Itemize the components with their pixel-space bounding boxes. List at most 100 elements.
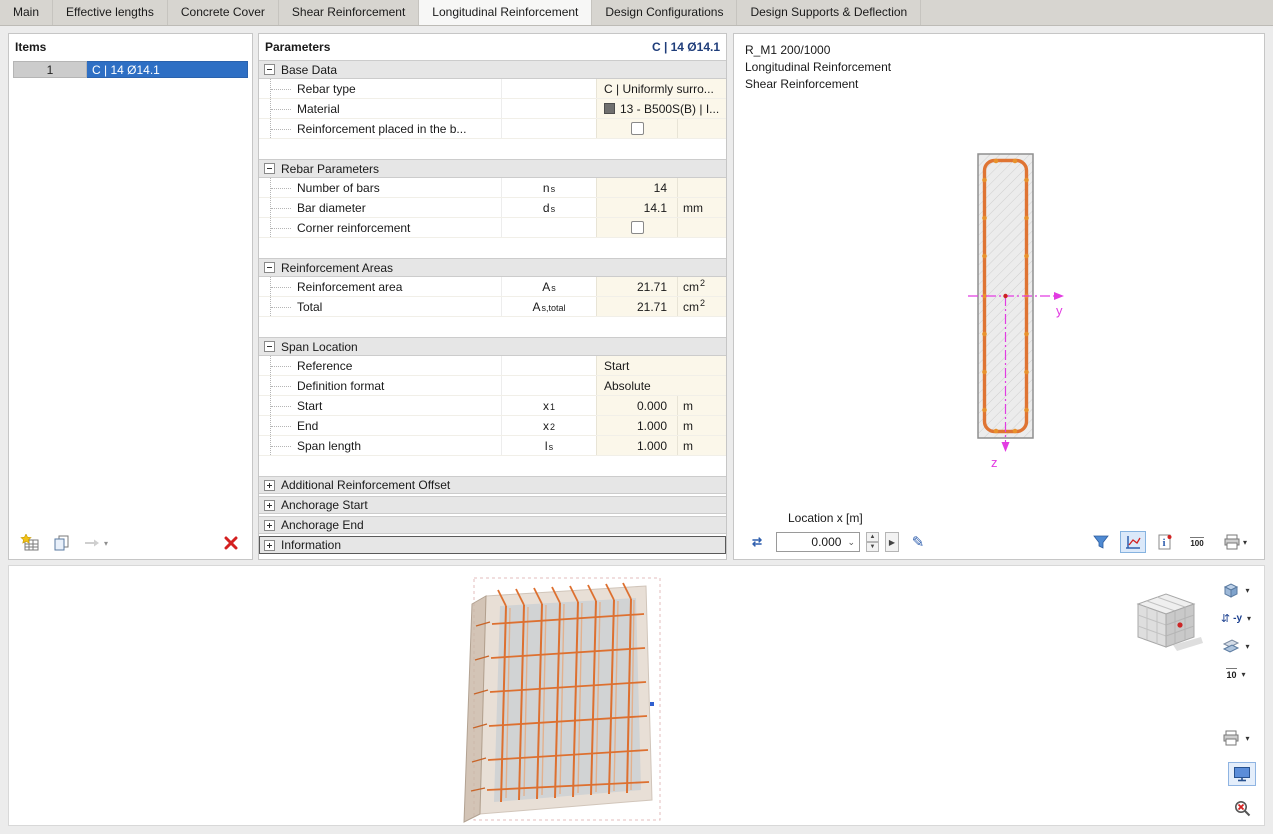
print-3d-button[interactable]: ▾	[1216, 726, 1256, 750]
chevron-down-icon[interactable]: ⌄	[847, 537, 855, 548]
parameters-panel: Parameters C | 14 Ø14.1 Base Data Rebar …	[258, 33, 727, 560]
chevron-down-icon[interactable]: ▾	[1245, 734, 1249, 743]
chevron-down-icon[interactable]: ▾	[1245, 586, 1249, 595]
tab-effective-lengths[interactable]: Effective lengths	[53, 0, 168, 25]
cube-axis-dot	[1177, 622, 1183, 628]
spin-up-button[interactable]: ▲	[866, 532, 879, 542]
tab-shear-reinforcement[interactable]: Shear Reinforcement	[279, 0, 420, 25]
param-row-total-area[interactable]: Total As,total 21.71 cm 2	[259, 297, 726, 317]
new-item-button[interactable]	[17, 532, 43, 554]
param-row-rebar-type[interactable]: Rebar type C | Uniformly surro...	[259, 79, 726, 99]
diagram-toggle-button[interactable]	[1120, 531, 1146, 553]
location-x-input[interactable]: 0.000 ⌄	[776, 532, 860, 552]
param-row-span-length[interactable]: Span length ls 1.000 m	[259, 436, 726, 456]
group-reinforcement-areas[interactable]: Reinforcement Areas	[259, 258, 726, 277]
param-label: Reference	[259, 356, 501, 375]
cross-section-drawing[interactable]: y z	[734, 34, 1264, 504]
tab-design-supports-deflection[interactable]: Design Supports & Deflection	[737, 0, 922, 25]
param-row-end[interactable]: End x2 1.000 m	[259, 416, 726, 436]
expand-icon[interactable]	[264, 519, 275, 531]
filter-button[interactable]	[1088, 531, 1114, 553]
param-row-reinforcement-placed[interactable]: Reinforcement placed in the b...	[259, 119, 726, 139]
items-title: Items	[15, 40, 47, 54]
param-row-material[interactable]: Material 13 - B500S(B) | I...	[259, 99, 726, 119]
material-value[interactable]: 13 - B500S(B) | I...	[596, 99, 726, 118]
reference-value[interactable]: Start	[596, 356, 726, 375]
param-row-number-of-bars[interactable]: Number of bars ns 14	[259, 178, 726, 198]
items-row-selected[interactable]: 1 C | 14 Ø14.1	[13, 61, 248, 78]
navigation-cube[interactable]	[1127, 589, 1205, 653]
rebar-type-value[interactable]: C | Uniformly surro...	[596, 79, 726, 98]
group-label: Base Data	[281, 62, 338, 77]
tab-longitudinal-reinforcement[interactable]: Longitudinal Reinforcement	[419, 0, 593, 25]
chevron-down-icon[interactable]: ▾	[1242, 670, 1246, 679]
edit-location-button[interactable]: ✎	[905, 531, 931, 553]
render-mode-button[interactable]	[1228, 762, 1256, 786]
tab-main[interactable]: Main	[0, 0, 54, 25]
param-label: Corner reinforcement	[259, 218, 501, 237]
param-row-bar-diameter[interactable]: Bar diameter ds 14.1 mm	[259, 198, 726, 218]
tab-design-configurations[interactable]: Design Configurations	[592, 0, 738, 25]
chevron-down-icon[interactable]: ▾	[1245, 642, 1249, 651]
param-row-reference[interactable]: Reference Start	[259, 356, 726, 376]
collapse-icon[interactable]	[264, 341, 275, 352]
chevron-down-icon[interactable]: ▾	[1247, 614, 1251, 623]
corner-reinforcement-checkbox[interactable]	[630, 221, 644, 234]
sync-values-button[interactable]: ⇄	[744, 531, 770, 553]
selection-handle[interactable]	[650, 702, 654, 706]
reinforcement-placed-checkbox[interactable]	[630, 122, 644, 135]
group-additional-reinforcement-offset[interactable]: Additional Reinforcement Offset	[259, 476, 726, 494]
expand-icon[interactable]	[264, 479, 275, 491]
group-rebar-parameters[interactable]: Rebar Parameters	[259, 159, 726, 178]
chevron-down-icon[interactable]: ▾	[1243, 538, 1247, 547]
param-row-definition-format[interactable]: Definition format Absolute	[259, 376, 726, 396]
group-anchorage-start[interactable]: Anchorage Start	[259, 496, 726, 514]
item-number-cell[interactable]: 1	[13, 61, 87, 78]
model-3d-panel[interactable]: ▾ ⇵ -y ▾ ▾ 10 ▾ ▾	[8, 565, 1265, 826]
zoom-cancel-button[interactable]	[1228, 796, 1256, 820]
location-x-value[interactable]: 0.000	[781, 535, 841, 549]
group-anchorage-end[interactable]: Anchorage End	[259, 516, 726, 534]
collapse-icon[interactable]	[264, 262, 275, 273]
scale-100-button[interactable]: 100	[1184, 531, 1210, 553]
section-planes-button[interactable]: ▾	[1216, 634, 1256, 658]
info-button[interactable]: i	[1152, 531, 1178, 553]
section-toolbar: ⇄ 0.000 ⌄ ▲ ▼ ▶ ✎ i 100 ▾	[734, 530, 1264, 554]
param-row-reinforcement-area[interactable]: Reinforcement area As 21.71 cm 2	[259, 277, 726, 297]
group-base-data[interactable]: Base Data	[259, 60, 726, 79]
items-panel: Items 1 C | 14 Ø14.1 ▾	[8, 33, 253, 560]
expand-icon[interactable]	[264, 539, 275, 551]
end-value[interactable]: 1.000	[596, 416, 677, 435]
group-information[interactable]: Information	[259, 536, 726, 554]
definition-format-value[interactable]: Absolute	[596, 376, 726, 395]
copy-item-button[interactable]	[48, 532, 74, 554]
tab-concrete-cover[interactable]: Concrete Cover	[168, 0, 279, 25]
bar-diameter-value[interactable]: 14.1	[596, 198, 677, 217]
collapse-icon[interactable]	[264, 163, 275, 174]
parameters-grid: Base Data Rebar type C | Uniformly surro…	[259, 60, 726, 559]
param-label: Material	[259, 99, 501, 118]
delete-item-button[interactable]	[218, 532, 244, 554]
delete-x-icon	[224, 536, 238, 550]
param-row-start[interactable]: Start x1 0.000 m	[259, 396, 726, 416]
location-step-button[interactable]: ▶	[885, 532, 899, 552]
number-of-bars-value[interactable]: 14	[596, 178, 677, 197]
item-label-cell[interactable]: C | 14 Ø14.1	[87, 61, 248, 78]
view-direction-button[interactable]: ⇵ -y ▾	[1216, 606, 1256, 630]
print-button[interactable]: ▾	[1216, 531, 1254, 553]
copy-icon	[54, 535, 69, 551]
group-label: Information	[281, 538, 342, 552]
group-span-location[interactable]: Span Location	[259, 337, 726, 356]
material-color-swatch	[604, 103, 615, 114]
spin-down-button[interactable]: ▼	[866, 542, 879, 552]
grid-spacing-button[interactable]: 10 ▾	[1216, 662, 1256, 686]
param-row-corner-reinforcement[interactable]: Corner reinforcement	[259, 218, 726, 238]
view-selector-button[interactable]: ▾	[1216, 578, 1256, 602]
module-tab-bar: Main Effective lengths Concrete Cover Sh…	[0, 0, 1273, 26]
start-value[interactable]: 0.000	[596, 396, 677, 415]
model-3d-drawing[interactable]	[456, 574, 716, 826]
expand-icon[interactable]	[264, 499, 275, 511]
collapse-icon[interactable]	[264, 64, 275, 75]
info-icon: i	[1158, 534, 1172, 550]
reinforcement-area-value: 21.71	[596, 277, 677, 296]
